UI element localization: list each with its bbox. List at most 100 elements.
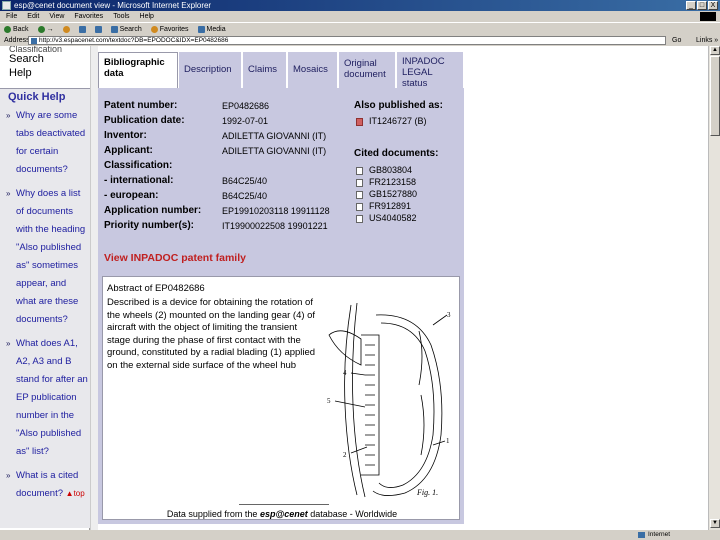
cited-document-item[interactable]: FR912891 <box>356 200 411 212</box>
help-link[interactable]: Help <box>9 66 90 80</box>
document-icon <box>356 190 363 199</box>
menu-view[interactable]: View <box>49 11 64 22</box>
priority-numbers-row: Priority number(s): <box>104 220 194 232</box>
maximize-button[interactable]: □ <box>697 1 707 10</box>
drawing-tire-tread <box>418 330 425 456</box>
tab-mosaics[interactable]: Mosaics <box>288 52 338 88</box>
forward-label: → <box>46 25 54 33</box>
application-number-value: EP19910203118 19911128 <box>222 206 330 216</box>
international-label: - international: <box>104 175 174 186</box>
close-button[interactable]: X <box>708 1 718 10</box>
status-bar: Internet <box>0 530 720 540</box>
media-button[interactable]: Media <box>197 23 226 35</box>
help-top-links: Classification Search Help <box>0 46 90 88</box>
browser-window: esp@cenet document view - Microsoft Inte… <box>0 0 720 540</box>
quick-help-item[interactable]: » Why are some tabs deactivated for certa… <box>4 107 88 179</box>
cited-document-text: FR912891 <box>369 201 412 211</box>
back-label: Back <box>13 25 29 33</box>
view-inpadoc-link[interactable]: View INPADOC patent family <box>104 252 246 264</box>
scroll-down-arrow-icon[interactable]: ▼ <box>710 519 720 528</box>
publication-date-row: Publication date: <box>104 115 185 127</box>
tab-bibliographic-data[interactable]: Bibliographic data <box>98 52 178 88</box>
tab-original-document[interactable]: Original document <box>339 52 396 88</box>
back-arrow-icon <box>4 25 11 33</box>
minimize-button[interactable]: _ <box>686 1 696 10</box>
priority-numbers-label: Priority number(s): <box>104 220 195 231</box>
scroll-thumb[interactable] <box>710 56 720 136</box>
tab-description[interactable]: Description <box>179 52 242 88</box>
go-button[interactable]: Go <box>672 35 681 46</box>
figure-number-2: 2 <box>343 451 347 459</box>
cited-document-item[interactable]: FR2123158 <box>356 176 416 188</box>
refresh-icon <box>78 25 86 33</box>
cited-document-text: US4040582 <box>369 213 417 223</box>
applicant-value: ADILETTA GIOVANNI (IT) <box>222 146 327 156</box>
menu-favorites[interactable]: Favorites <box>74 11 103 22</box>
menu-tools[interactable]: Tools <box>113 11 129 22</box>
quick-help-item[interactable]: » Why does a list of documents with the h… <box>4 185 88 329</box>
document-icon <box>356 117 363 126</box>
refresh-button[interactable] <box>78 23 86 35</box>
cited-document-item[interactable]: US4040582 <box>356 212 417 224</box>
menu-help[interactable]: Help <box>140 11 154 22</box>
star-icon <box>150 25 158 33</box>
menu-file[interactable]: File <box>6 11 17 22</box>
document-icon <box>356 178 363 187</box>
help-frame-scrollbar[interactable] <box>90 46 98 530</box>
cited-document-item[interactable]: GB1527880 <box>356 188 417 200</box>
bullet-icon: » <box>6 471 11 480</box>
address-bar: Address http://v3.espacenet.com/textdoc?… <box>0 35 720 46</box>
european-label: - european: <box>104 190 159 201</box>
top-link[interactable]: ▲top <box>66 489 85 498</box>
links-button[interactable]: Links » <box>696 35 718 46</box>
international-row: - international: <box>104 175 173 187</box>
page-scrollbar[interactable]: ▲ ▼ <box>708 46 720 530</box>
drawing-leader-2 <box>350 446 368 454</box>
help-frame: Classification Search Help Quick Help » W… <box>0 46 90 530</box>
caption-brand: esp@cenet <box>259 509 308 519</box>
quick-help-item[interactable]: » What is a cited document? ▲top <box>4 467 88 503</box>
publication-date-value: 1992-07-01 <box>222 116 269 126</box>
internet-zone: Internet <box>638 530 670 540</box>
abstract-panel: Abstract of EP0482686 Described is a dev… <box>98 274 464 524</box>
windows-logo-icon <box>700 12 716 21</box>
inventor-label: Inventor: <box>104 130 147 141</box>
data-source-caption: Data supplied from the esp@cenet databas… <box>103 509 461 519</box>
tab-bar: Bibliographic data Description Claims Mo… <box>98 52 464 89</box>
title-bar: esp@cenet document view - Microsoft Inte… <box>0 0 720 11</box>
quick-help-item[interactable]: » What does A1, A2, A3 and B stand for af… <box>4 335 88 461</box>
applicant-label: Applicant: <box>104 145 153 156</box>
scroll-up-arrow-icon[interactable]: ▲ <box>710 46 720 55</box>
classification-row: Classification: <box>104 160 172 172</box>
home-button[interactable] <box>94 23 102 35</box>
forward-button[interactable]: → <box>37 23 54 35</box>
document-icon <box>356 202 363 211</box>
search-link[interactable]: Search <box>9 52 90 66</box>
stop-button[interactable] <box>62 23 70 35</box>
cited-document-item[interactable]: GB803804 <box>356 164 412 176</box>
search-icon <box>110 25 118 33</box>
also-published-item[interactable]: IT1246727 (B) <box>356 115 427 127</box>
figure-number-3: 3 <box>447 311 451 319</box>
tab-claims[interactable]: Claims <box>243 52 287 88</box>
patent-drawing: 3 4 5 1 2 Fig. 1. <box>327 302 451 498</box>
also-published-label: Also published as: <box>354 100 443 111</box>
document-panel: Bibliographic data Description Claims Mo… <box>98 46 464 524</box>
menu-edit[interactable]: Edit <box>27 11 39 22</box>
quick-help-item-text: What does A1, A2, A3 and B stand for aft… <box>16 338 88 457</box>
caption-prefix: Data supplied from the <box>166 509 258 519</box>
favorites-button[interactable]: Favorites <box>150 23 189 35</box>
tab-inpadoc-legal-status[interactable]: INPADOC LEGAL status <box>397 52 464 89</box>
search-button[interactable]: Search <box>110 23 142 35</box>
cited-documents-row: Cited documents: <box>354 148 438 160</box>
menu-bar: File Edit View Favorites Tools Help <box>0 11 720 22</box>
priority-numbers-value: IT19900022508 19901221 <box>222 221 328 231</box>
window-controls: _ □ X <box>686 1 718 10</box>
media-label: Media <box>206 25 226 33</box>
drawing-strut-line <box>352 302 366 498</box>
address-input[interactable]: http://v3.espacenet.com/textdoc?DB=EPODO… <box>28 36 666 45</box>
page-viewport: Classification Search Help Quick Help » W… <box>0 46 708 530</box>
also-published-row: Also published as: <box>354 100 443 112</box>
caption-divider <box>239 504 329 505</box>
back-button[interactable]: Back <box>4 23 29 35</box>
